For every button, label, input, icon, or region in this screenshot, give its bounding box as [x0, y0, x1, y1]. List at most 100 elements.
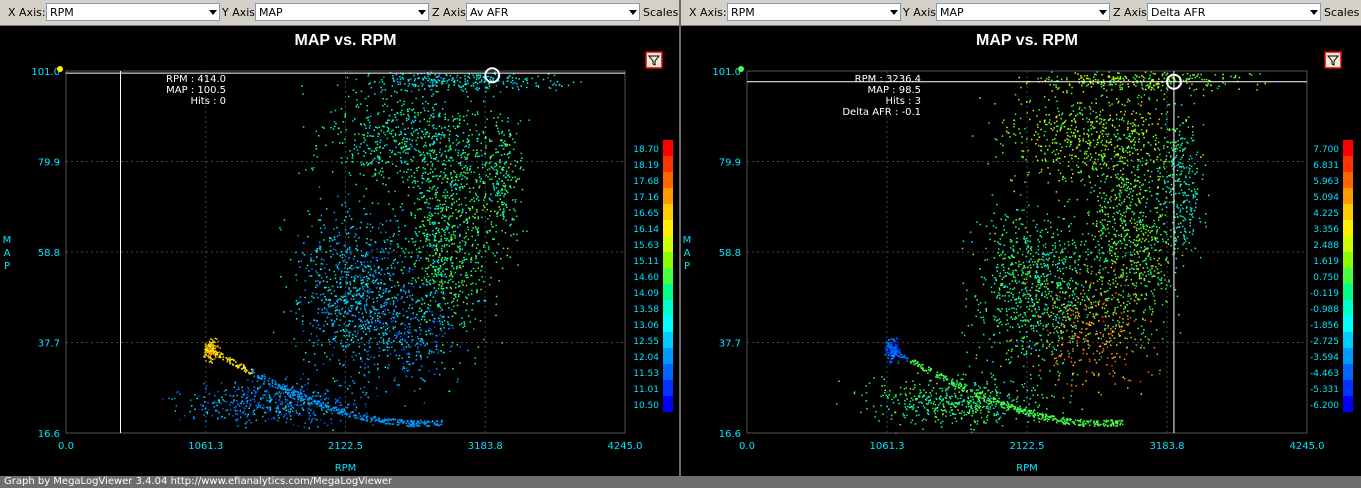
- data-point: [393, 334, 396, 337]
- data-point: [330, 422, 333, 425]
- data-point: [1054, 384, 1057, 386]
- data-point: [440, 76, 442, 79]
- y-axis-select[interactable]: MAP: [255, 3, 429, 21]
- data-point: [955, 383, 958, 386]
- data-point: [358, 412, 360, 415]
- data-point: [333, 238, 336, 241]
- scales-button[interactable]: Scales: [1324, 6, 1359, 19]
- data-point: [312, 325, 314, 327]
- data-point: [242, 411, 244, 414]
- data-point: [426, 236, 428, 238]
- data-point: [288, 395, 290, 397]
- data-point: [471, 289, 473, 292]
- data-point: [439, 137, 442, 140]
- data-point: [396, 243, 399, 246]
- data-point: [350, 298, 352, 300]
- x-axis-select[interactable]: RPM: [727, 3, 901, 21]
- data-point: [1002, 412, 1004, 415]
- data-point: [220, 382, 223, 384]
- data-point: [232, 415, 234, 417]
- data-point: [906, 414, 908, 417]
- data-point: [204, 352, 206, 354]
- scatter-chart[interactable]: MAP vs. RPM0.0 1061.3 2122.5 3183.8 4245.010…: [681, 25, 1361, 476]
- data-point: [428, 221, 431, 223]
- data-point: [302, 399, 305, 402]
- data-point: [343, 260, 345, 263]
- data-point: [945, 415, 947, 417]
- data-point: [437, 228, 440, 230]
- data-point: [504, 145, 507, 147]
- z-axis-select[interactable]: Delta AFR: [1147, 3, 1321, 21]
- data-point: [365, 252, 368, 254]
- data-point: [203, 356, 205, 358]
- data-point: [442, 291, 445, 293]
- data-point: [296, 382, 298, 385]
- data-point: [319, 328, 321, 330]
- data-point: [520, 159, 522, 162]
- data-point: [445, 74, 448, 77]
- data-point: [421, 303, 423, 305]
- data-point: [367, 396, 370, 399]
- data-point: [423, 107, 425, 109]
- data-point: [443, 245, 446, 248]
- filter-button[interactable]: [645, 51, 663, 69]
- data-point: [369, 260, 372, 263]
- data-point: [394, 153, 397, 156]
- data-point: [414, 129, 417, 132]
- data-point: [345, 334, 348, 337]
- data-point: [324, 320, 327, 323]
- data-point: [400, 111, 402, 114]
- data-point: [414, 217, 417, 219]
- data-point: [416, 318, 419, 321]
- data-point: [320, 231, 323, 234]
- data-point: [479, 180, 482, 183]
- data-point: [479, 249, 481, 252]
- data-point: [214, 409, 217, 412]
- data-point: [447, 89, 449, 91]
- data-point: [346, 251, 348, 254]
- data-point: [390, 346, 393, 348]
- data-point: [890, 343, 893, 346]
- data-point: [535, 82, 537, 84]
- scales-button[interactable]: Scales: [643, 6, 678, 19]
- data-point: [425, 294, 427, 297]
- data-point: [381, 258, 384, 260]
- data-point: [464, 158, 467, 161]
- data-point: [385, 419, 388, 421]
- scatter-chart[interactable]: MAP vs. RPM0.0 1061.3 2122.5 3183.8 4245.010…: [0, 25, 680, 476]
- data-point: [1059, 291, 1061, 293]
- data-point: [378, 312, 381, 314]
- data-point: [374, 270, 376, 272]
- data-point: [190, 405, 193, 407]
- data-point: [393, 379, 396, 382]
- data-point: [995, 392, 998, 394]
- data-point: [367, 283, 369, 285]
- y-axis-select[interactable]: MAP: [936, 3, 1110, 21]
- data-point: [388, 119, 391, 121]
- data-point: [426, 343, 428, 345]
- data-point: [434, 300, 437, 302]
- data-point: [337, 263, 340, 266]
- data-point: [214, 337, 216, 340]
- data-point: [451, 226, 454, 229]
- data-point: [421, 181, 424, 184]
- x-axis-select[interactable]: RPM: [46, 3, 220, 21]
- data-point: [417, 299, 419, 302]
- data-point: [341, 253, 344, 256]
- data-point: [404, 224, 406, 227]
- z-axis-select[interactable]: Av AFR: [466, 3, 640, 21]
- data-point: [444, 231, 446, 234]
- data-point: [409, 296, 411, 298]
- data-point: [466, 138, 469, 140]
- data-point: [348, 288, 351, 291]
- data-point: [381, 79, 383, 81]
- data-point: [537, 86, 540, 88]
- data-point: [386, 137, 389, 140]
- data-point: [333, 211, 336, 214]
- data-point: [266, 412, 268, 414]
- data-point: [440, 258, 443, 261]
- data-point: [344, 116, 346, 118]
- data-point: [372, 279, 375, 282]
- data-point: [215, 401, 218, 404]
- data-point: [362, 270, 365, 273]
